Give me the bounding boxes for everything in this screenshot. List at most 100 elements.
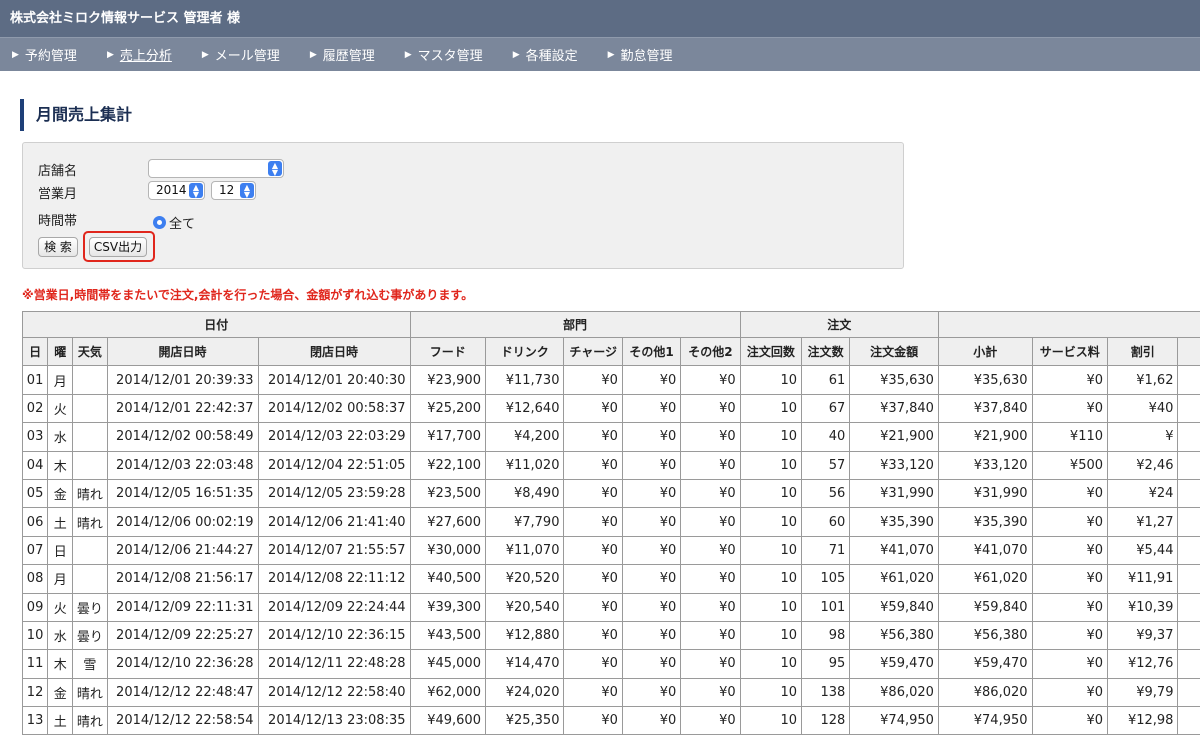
table-cell: 晴れ [72,507,108,537]
table-cell: 10 [739,677,803,708]
table-cell: 2014/12/09 22:25:27 [106,620,259,651]
group-header-order: 注文 [739,311,939,338]
column-header: 注文数 [801,336,851,367]
table-cell: 10 [739,649,803,679]
table-cell: ¥0 [563,706,623,736]
table-cell: ¥2,46 [1107,450,1179,480]
table-cell: ¥7,790 [484,507,565,537]
search-button[interactable]: 検 索 [38,237,78,257]
table-cell: ¥0 [563,677,623,708]
table-cell-overflow [1177,365,1200,395]
table-cell: ¥24 [1107,478,1179,509]
table-cell: 71 [801,535,851,566]
table-cell: 05 [22,478,49,509]
table-cell: 2014/12/06 00:02:19 [106,507,259,537]
triangle-right-icon: ▶ [106,49,114,60]
table-cell: ¥0 [621,365,682,395]
table-cell: ¥37,840 [937,393,1033,424]
table-cell: ¥0 [563,422,623,452]
table-cell: 2014/12/09 22:11:31 [106,592,259,622]
app-header: 株式会社ミロク情報サービス 管理者 様 [0,0,1200,37]
table-row: 11 木雪 2014/12/10 22:36:28 2014/12/11 22:48:… [22,649,1200,679]
table-cell: ¥21,900 [849,422,939,452]
column-header: 注文回数 [739,336,803,367]
time-radio-label: 全て [169,217,196,232]
table-cell: ¥500 [1031,450,1109,480]
time-label: 時間帯 [38,214,78,229]
nav-item-attendance[interactable]: ▶ 勤怠管理 [608,45,673,64]
table-cell: ¥0 [680,564,741,594]
column-header: 日 [22,336,49,367]
table-cell: ¥0 [1031,365,1109,395]
table-cell: 土 [47,706,74,736]
table-row: 06 土晴れ 2014/12/06 00:02:19 2014/12/06 21:41… [22,507,1200,537]
table-cell: 2014/12/02 00:58:49 [106,422,259,452]
nav-item-settings[interactable]: ▶ 各種設定 [513,45,578,64]
nav-item-history[interactable]: ▶ 履歴管理 [310,45,375,64]
table-cell: 土 [47,507,74,537]
table-cell: ¥0 [680,620,741,651]
table-row: 05 金晴れ 2014/12/05 16:51:35 2014/12/05 23:59… [22,478,1200,509]
table-cell: ¥20,540 [484,592,565,622]
table-cell: ¥0 [563,393,623,424]
month-select[interactable]: 12 ▲ ▼ [211,181,256,200]
table-cell: ¥40,500 [409,564,486,594]
table-cell: 2014/12/06 21:41:40 [257,507,411,537]
table-cell: 2014/12/12 22:48:47 [106,677,259,708]
table-cell: ¥62,000 [409,677,486,708]
table-cell: 04 [22,450,49,480]
table-cell: 2014/12/06 21:44:27 [106,535,259,566]
table-cell: 木 [47,649,74,679]
store-label: 店舗名 [38,164,78,179]
table-cell: 10 [22,620,49,651]
table-row: 10 水曇り 2014/12/09 22:25:27 2014/12/10 22:36… [22,620,1200,651]
table-cell: ¥59,840 [849,592,939,622]
table-cell-overflow [1177,649,1200,679]
store-select[interactable]: ▲ ▼ [148,159,284,178]
table-cell: ¥12,880 [484,620,565,651]
nav-item-mail[interactable]: ▶ メール管理 [202,45,280,64]
table-cell: ¥9,37 [1107,620,1179,651]
select-chevron-icon: ▲ ▼ [268,161,282,177]
table-cell: ¥110 [1031,422,1109,452]
table-cell: ¥0 [1031,706,1109,736]
nav-item-sales-analysis[interactable]: ▶ 売上分析 [107,45,172,64]
table-cell: ¥86,020 [937,677,1033,708]
column-header: 割引 [1107,336,1179,367]
time-radio-all[interactable]: 全て [153,213,195,232]
table-cell: ¥1,27 [1107,507,1179,537]
table-cell: ¥0 [621,564,682,594]
table-cell: ¥0 [621,507,682,537]
csv-export-button[interactable]: CSV出力 [89,237,147,257]
table-cell: 2014/12/08 21:56:17 [106,564,259,594]
table-cell: ¥0 [563,535,623,566]
table-cell: ¥27,600 [409,507,486,537]
table-cell: ¥23,500 [409,478,486,509]
sales-table-container: 日付 部門 注文 日 曜 天気 開店日時 閉店日時 フード ドリンク チャージ … [22,311,1200,738]
year-select[interactable]: 2014 ▲ ▼ [148,181,205,200]
table-cell: 2014/12/10 22:36:28 [106,649,259,679]
table-cell: 06 [22,507,49,537]
table-row: 03 水 2014/12/02 00:58:49 2014/12/03 22:03:2… [22,422,1200,452]
nav-item-master[interactable]: ▶ マスタ管理 [405,45,483,64]
table-cell: ¥0 [621,620,682,651]
table-cell: ¥0 [1031,592,1109,622]
table-cell-overflow [1177,507,1200,537]
table-cell: 98 [801,620,851,651]
table-cell: ¥0 [621,677,682,708]
table-cell [72,365,108,395]
table-cell: ¥56,380 [849,620,939,651]
table-cell: ¥0 [1031,564,1109,594]
table-cell: ¥0 [1031,620,1109,651]
table-cell: ¥59,470 [937,649,1033,679]
table-cell: 07 [22,535,49,566]
table-cell: ¥86,020 [849,677,939,708]
table-cell: ¥0 [621,535,682,566]
table-cell: 40 [801,422,851,452]
nav-item-reservations[interactable]: ▶ 予約管理 [12,45,77,64]
table-cell: 2014/12/12 22:58:54 [106,706,259,736]
table-cell: 56 [801,478,851,509]
table-cell: ¥25,200 [409,393,486,424]
column-header: 閉店日時 [257,336,411,367]
sales-table: 日付 部門 注文 日 曜 天気 開店日時 閉店日時 フード ドリンク チャージ … [22,311,1200,736]
